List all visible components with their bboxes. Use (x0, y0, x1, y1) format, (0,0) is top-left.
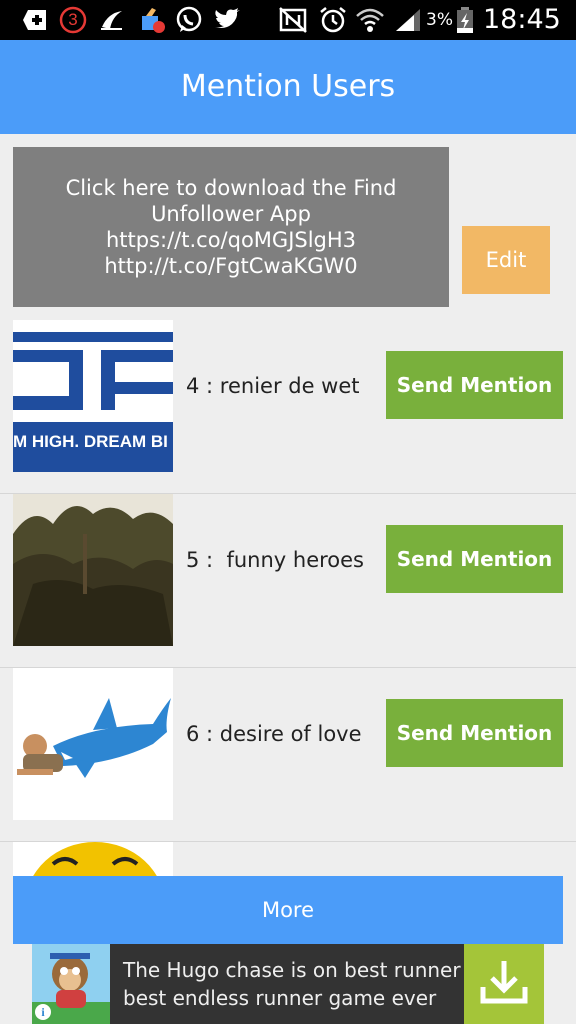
status-bar: 3 3% 18:45 (0, 0, 576, 40)
badge-count: 3 (68, 10, 78, 29)
user-avatar[interactable] (13, 494, 173, 646)
send-mention-button[interactable]: Send Mention (386, 351, 563, 419)
user-label: 4 : renier de wet (186, 374, 360, 398)
user-avatar[interactable] (13, 842, 173, 876)
nfc-icon (278, 6, 308, 34)
user-avatar[interactable]: M HIGH. DREAM BI (13, 320, 173, 472)
signal-icon (393, 6, 423, 34)
user-label: 6 : desire of love (186, 722, 362, 746)
promo-text: Click here to download the Find Unfollow… (65, 176, 397, 278)
ad-line-2: best endless runner game ever (123, 986, 437, 1010)
ad-download-button[interactable] (464, 944, 544, 1024)
edit-button[interactable]: Edit (462, 226, 550, 294)
avatar-caption: M HIGH. DREAM BI (13, 432, 168, 451)
wifi-icon (355, 6, 385, 34)
status-time: 18:45 (483, 4, 561, 35)
badge-count-icon: 3 (59, 6, 87, 34)
list-item: 6 : desire of love Send Mention (0, 668, 576, 842)
send-mention-button[interactable]: Send Mention (386, 699, 563, 767)
battery-charging-icon (455, 6, 475, 34)
ad-text: The Hugo chase is on best runner best en… (123, 956, 461, 1012)
list-item (0, 842, 576, 876)
ad-info-icon[interactable]: i (35, 1004, 51, 1020)
send-mention-button[interactable]: Send Mention (386, 525, 563, 593)
user-label: 5 : funny heroes (186, 548, 364, 572)
twitter-icon (212, 6, 242, 34)
battery-percent: 3% (426, 10, 453, 30)
ad-banner[interactable]: i The Hugo chase is on best runner best … (32, 944, 544, 1024)
user-avatar[interactable] (13, 668, 173, 820)
list-item: M HIGH. DREAM BI 4 : renier de wet Send … (0, 320, 576, 494)
alarm-icon (318, 6, 348, 34)
more-button[interactable]: More (13, 876, 563, 944)
list-item: 5 : funny heroes Send Mention (0, 494, 576, 668)
add-notification-icon (22, 6, 48, 34)
whatsapp-icon (174, 6, 204, 34)
cleaner-icon (138, 6, 166, 34)
promo-banner[interactable]: Click here to download the Find Unfollow… (13, 147, 449, 307)
page-title: Mention Users (180, 69, 396, 104)
app-notification-icon (98, 6, 126, 34)
ad-app-image[interactable]: i (32, 944, 110, 1024)
download-icon (479, 957, 529, 1012)
ad-line-1: The Hugo chase is on best runner (123, 958, 461, 982)
app-bar: Mention Users (0, 40, 576, 134)
